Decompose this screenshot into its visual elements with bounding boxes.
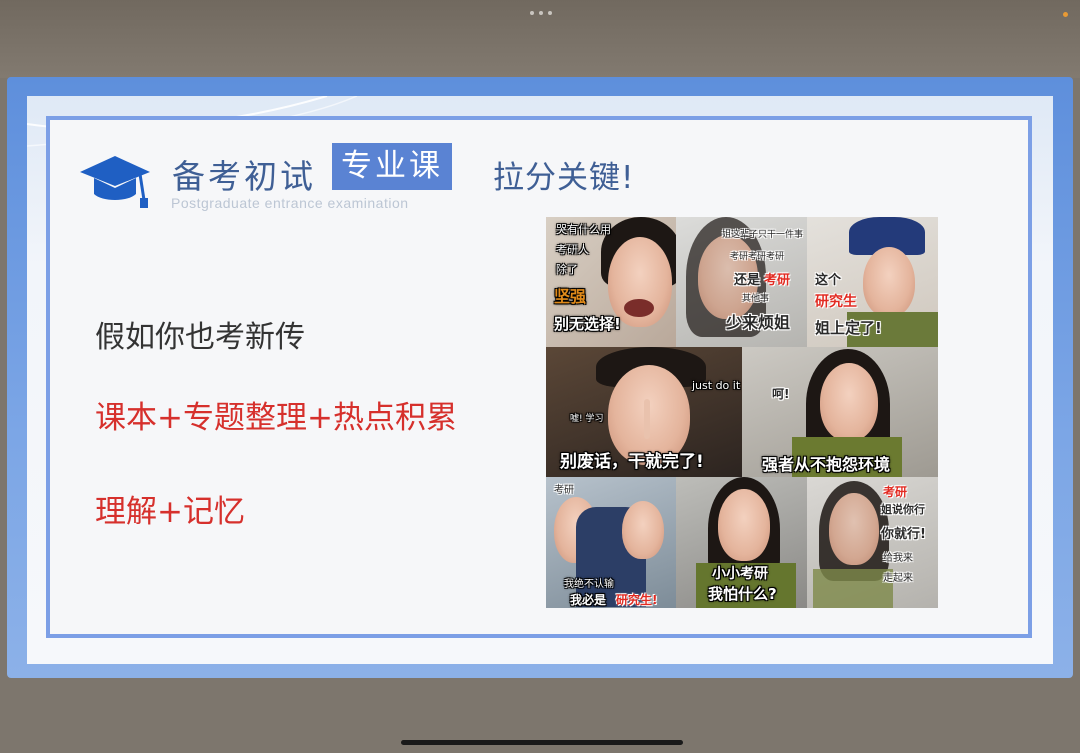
meme-caption: 姐上定了!	[815, 319, 882, 337]
english-subtitle: Postgraduate entrance examination	[171, 195, 409, 211]
meme-caption: 呵!	[772, 387, 790, 401]
meme-caption: 研究生!	[616, 593, 658, 607]
meme-confident-woman: 考研 姐说你行 你就行! 给我来 走起来	[807, 477, 938, 608]
slide-title: 备考初试	[172, 157, 316, 196]
meme-caption: 其他事	[742, 294, 770, 304]
meme-caption: 我绝不认输	[564, 579, 614, 590]
meme-shush-woman: just do it ! 嘘! 学习 别废话，干就完了!	[546, 347, 742, 477]
window-handle-dots[interactable]	[530, 11, 552, 15]
meme-collage: 哭有什么用 考研人 除了 坚强 别无选择! 姐这辈子只干一件事 考研考研考研 还…	[546, 217, 938, 608]
meme-caption: 姐说你行	[881, 503, 925, 516]
meme-brave-woman: 小小考研 我怕什么?	[676, 477, 807, 608]
meme-caption: 嘘! 学习	[570, 414, 604, 424]
slide-title-suffix: 拉分关键!	[493, 160, 635, 196]
meme-caption: 强者从不抱怨环境	[762, 455, 891, 474]
meme-caption: 还是	[734, 273, 761, 288]
meme-caption: 考研考研考研	[730, 252, 785, 262]
meme-caption: 考研	[764, 273, 791, 288]
meme-caption: 别无选择!	[554, 315, 621, 333]
meme-caption: 走起来	[883, 573, 913, 584]
bullet-line-3: 理解+记忆	[95, 494, 245, 530]
meme-caption: 考研人	[556, 243, 589, 256]
meme-caption: 给我来	[883, 553, 913, 564]
meme-caption: 哭有什么用	[556, 223, 611, 236]
home-indicator-bar[interactable]	[401, 740, 683, 745]
graduation-cap-icon	[80, 156, 150, 208]
meme-woman-pale: 姐这辈子只干一件事 考研考研考研 还是 考研 其他事 少来烦姐	[676, 217, 807, 347]
meme-caption: 我必是	[570, 593, 607, 607]
meme-caption: 我怕什么?	[708, 585, 777, 603]
bullet-line-1: 假如你也考新传	[95, 320, 305, 355]
meme-caption: 坚强	[554, 287, 587, 306]
meme-caption: 别废话，干就完了!	[560, 452, 704, 472]
meme-caption: 研究生	[815, 294, 857, 310]
meme-caption: 考研	[554, 485, 574, 496]
meme-hug: 考研 我绝不认输 我必是 研究生!	[546, 477, 676, 608]
meme-caption: 你就行!	[881, 527, 926, 542]
meme-caption: 小小考研	[712, 566, 768, 582]
meme-caption: 考研	[883, 485, 908, 499]
meme-caption: 除了	[556, 263, 578, 276]
meme-qing-consort: 这个 研究生 姐上定了!	[807, 217, 938, 347]
meme-caption: just do it !	[692, 379, 742, 392]
meme-strong-woman: 呵! 强者从不抱怨环境	[742, 347, 938, 477]
meme-caption: 少来烦姐	[726, 313, 791, 332]
bullet-line-2: 课本+专题整理+热点积累	[95, 400, 457, 436]
recording-indicator	[1063, 12, 1068, 17]
meme-caption: 姐这辈子只干一件事	[722, 230, 804, 240]
title-tag-badge: 专业课	[332, 143, 452, 190]
meme-caption: 这个	[815, 273, 842, 288]
meme-crying-woman: 哭有什么用 考研人 除了 坚强 别无选择!	[546, 217, 676, 347]
